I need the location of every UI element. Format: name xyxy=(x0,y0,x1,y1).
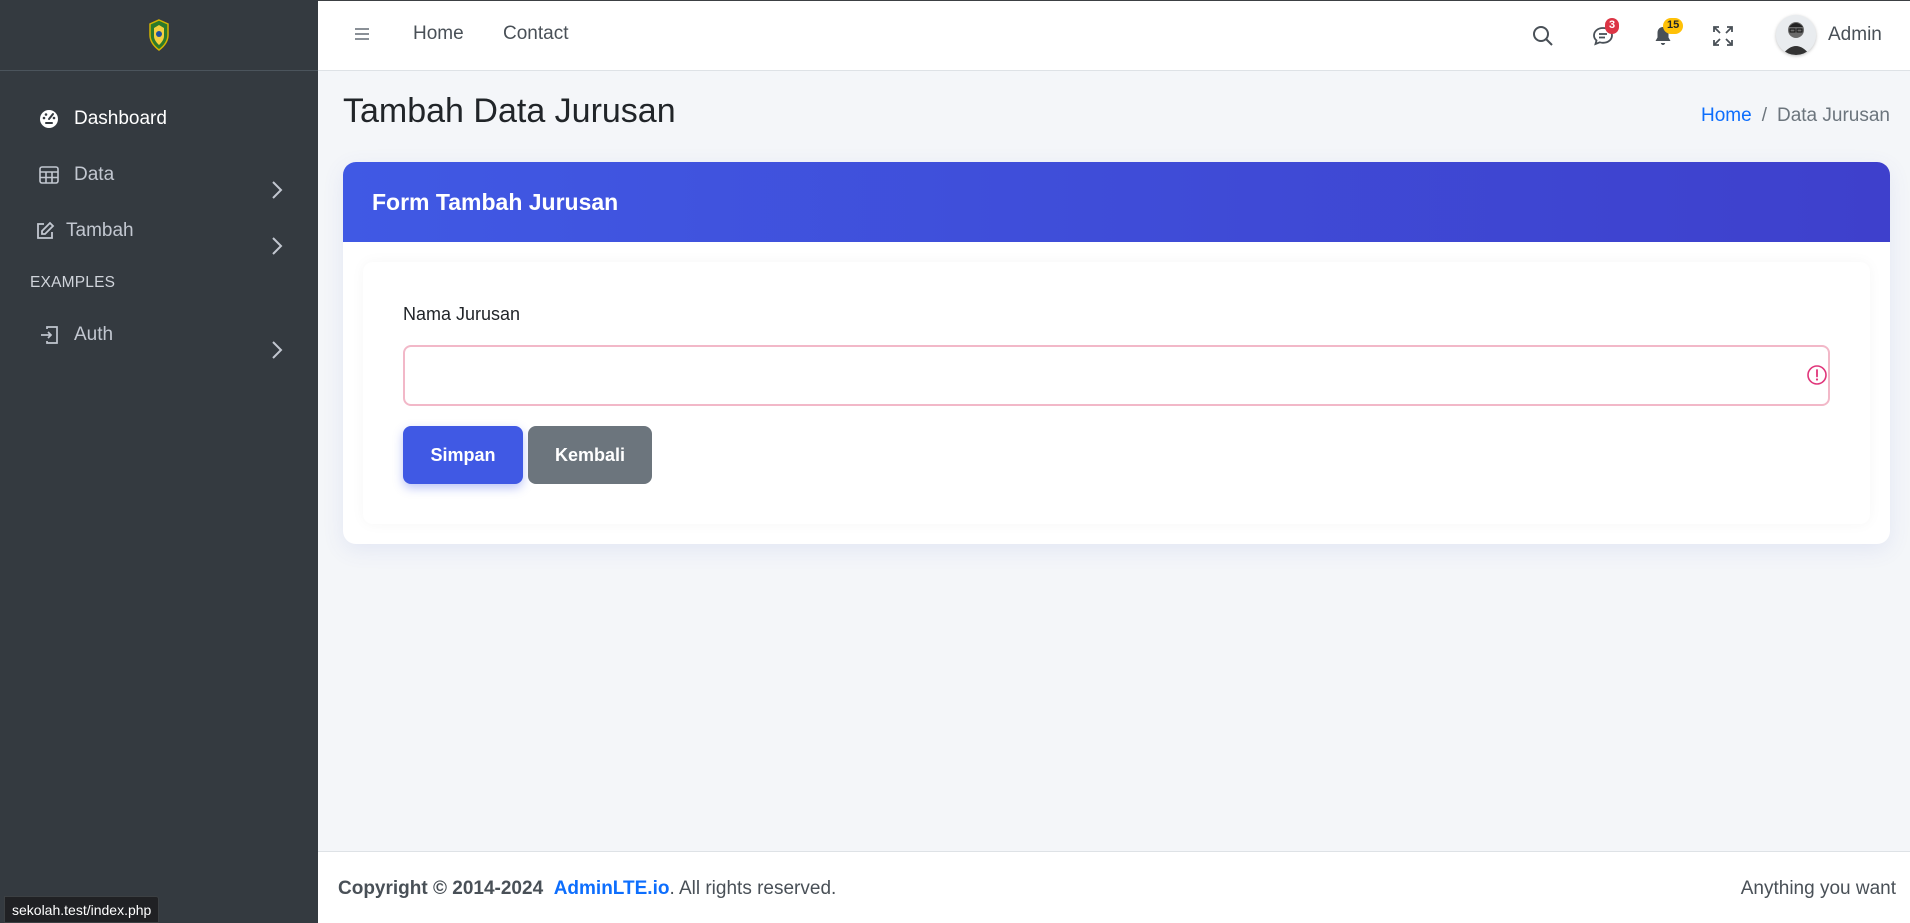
breadcrumb-home-link[interactable]: Home xyxy=(1701,105,1752,127)
adminlte-link[interactable]: AdminLTE.io xyxy=(554,878,670,899)
breadcrumb-current: Data Jurusan xyxy=(1776,105,1890,126)
user-name: Admin xyxy=(1828,24,1882,45)
sidebar: Dashboard Data Tambah EXAMPLES Auth seko… xyxy=(0,0,318,923)
speedometer-icon xyxy=(38,108,60,130)
footer: Copyright © 2014-2024 AdminLTE.io. All r… xyxy=(318,851,1910,923)
sidebar-item-dashboard[interactable]: Dashboard xyxy=(0,91,318,147)
sidebar-item-label: Auth xyxy=(74,324,114,345)
chevron-right-icon xyxy=(272,237,283,255)
sidebar-nav: Dashboard Data Tambah EXAMPLES Auth xyxy=(0,71,318,363)
search-icon[interactable] xyxy=(1531,24,1555,48)
chevron-right-icon xyxy=(272,341,283,359)
user-menu[interactable]: Admin xyxy=(1776,15,1882,55)
form-card: Form Tambah Jurusan Nama Jurusan Simpan … xyxy=(343,162,1890,544)
sidebar-item-tambah[interactable]: Tambah xyxy=(0,203,318,259)
footer-right-text: Anything you want xyxy=(1740,878,1896,899)
breadcrumb: Home / Data Jurusan xyxy=(1701,105,1890,127)
sidebar-item-auth[interactable]: Auth xyxy=(0,307,318,363)
simpan-button[interactable]: Simpan xyxy=(403,426,523,484)
sidebar-item-label: Tambah xyxy=(66,220,134,241)
chevron-right-icon xyxy=(272,181,283,199)
page-title: Tambah Data Jurusan xyxy=(343,92,676,130)
sidebar-header-examples: EXAMPLES xyxy=(30,274,116,291)
status-bar-url: sekolah.test/index.php xyxy=(4,896,160,923)
school-logo-icon xyxy=(149,19,169,51)
table-icon xyxy=(38,164,60,186)
nav-link-home[interactable]: Home xyxy=(413,23,464,45)
top-navbar: Home Contact 3 15 Admin xyxy=(318,0,1910,71)
nama-jurusan-input[interactable] xyxy=(403,345,1830,406)
sidebar-item-data[interactable]: Data xyxy=(0,147,318,203)
messages-count-badge: 3 xyxy=(1605,18,1620,34)
kembali-button[interactable]: Kembali xyxy=(528,426,652,484)
brand[interactable] xyxy=(0,0,318,71)
card-title: Form Tambah Jurusan xyxy=(372,188,619,215)
messages-icon[interactable]: 3 xyxy=(1591,18,1620,48)
footer-copyright: Copyright © 2014-2024 AdminLTE.io. All r… xyxy=(338,878,836,900)
box-arrow-in-right-icon xyxy=(38,324,60,346)
sidebar-item-label: Dashboard xyxy=(74,108,167,129)
avatar xyxy=(1776,15,1816,55)
nama-jurusan-label: Nama Jurusan xyxy=(403,304,521,324)
copyright-text: Copyright © 2014-2024 xyxy=(338,878,544,899)
pencil-square-icon xyxy=(34,220,56,242)
nav-link-contact[interactable]: Contact xyxy=(503,23,568,45)
bell-icon[interactable]: 15 xyxy=(1651,18,1684,48)
card-header: Form Tambah Jurusan xyxy=(343,162,1890,242)
sidebar-item-label: Data xyxy=(74,164,115,185)
rights-text: . All rights reserved. xyxy=(669,878,837,899)
invalid-warning-icon xyxy=(1807,365,1827,385)
form-body: Nama Jurusan Simpan Kembali xyxy=(363,262,1870,524)
menu-toggle-icon[interactable] xyxy=(354,25,374,47)
breadcrumb-separator: / xyxy=(1761,105,1767,126)
fullscreen-icon[interactable] xyxy=(1711,24,1735,48)
notifications-count-badge: 15 xyxy=(1663,18,1684,34)
